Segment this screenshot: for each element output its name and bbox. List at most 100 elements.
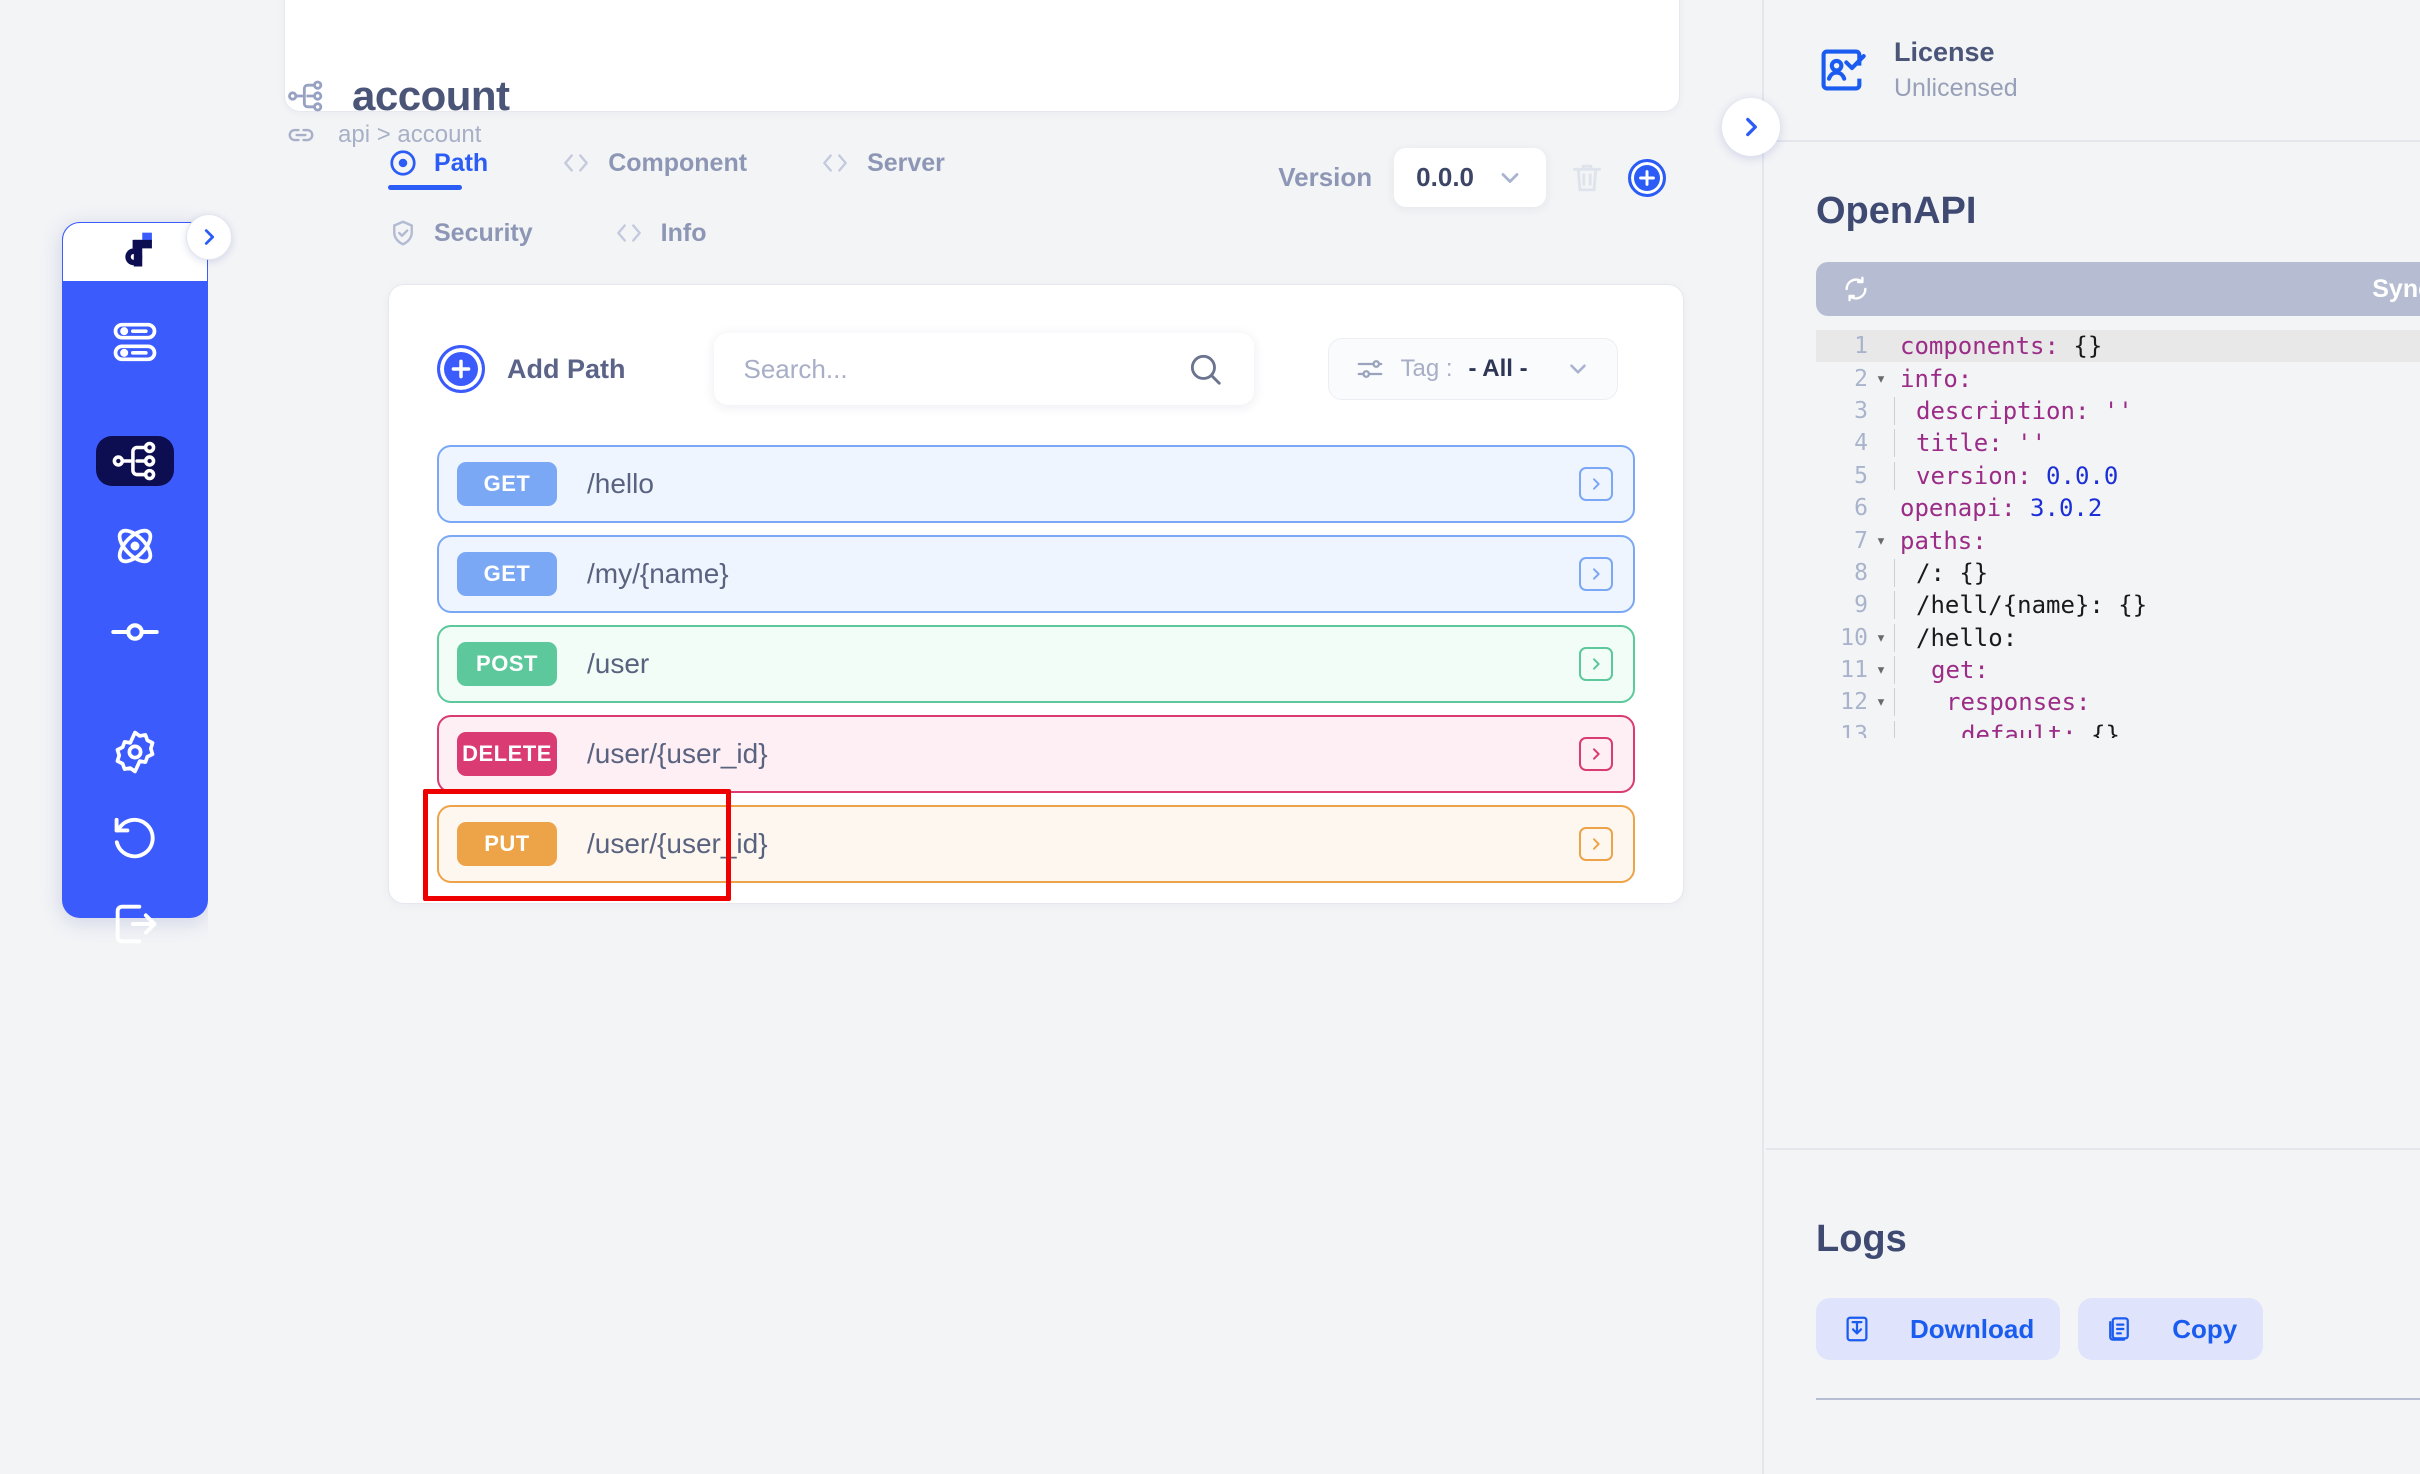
license-section: License Unlicensed — [1766, 0, 2420, 142]
tab-bar: Path Component Server Security Info — [388, 148, 1288, 260]
code-brackets-icon — [560, 150, 592, 176]
tab-row-primary: Path Component Server — [388, 148, 1288, 190]
line-number: 10 — [1840, 624, 1868, 651]
line-number: 9 — [1854, 592, 1868, 619]
logs-divider — [1816, 1398, 2420, 1400]
sitemap-icon — [286, 76, 326, 116]
path-text: /user/{user_id} — [587, 828, 768, 859]
tab-security[interactable]: Security — [388, 218, 533, 260]
line-number: 2 — [1854, 365, 1868, 392]
line-number: 12 — [1840, 689, 1868, 716]
add-version-button[interactable] — [1628, 158, 1666, 197]
tab-label: Component — [608, 148, 748, 177]
code-text: responses: — [1894, 688, 2091, 717]
sidebar-item-api[interactable] — [96, 436, 174, 486]
fold-toggle-icon[interactable]: ▾ — [1868, 628, 1894, 648]
code-line: 10 ▾/hello: — [1816, 622, 2420, 654]
undo-icon — [109, 812, 161, 864]
fold-toggle-icon[interactable]: ▾ — [1868, 692, 1894, 712]
search-icon[interactable] — [1186, 350, 1224, 388]
openapi-heading: OpenAPI — [1816, 190, 1977, 232]
chevron-right-icon — [198, 226, 220, 248]
path-text: /my/{name} — [587, 558, 729, 589]
sidebar-expand-button[interactable] — [186, 214, 232, 260]
sidebar-item-settings[interactable] — [96, 726, 174, 778]
version-label: Version — [1278, 162, 1373, 192]
shield-check-icon — [388, 218, 418, 248]
version-select[interactable]: 0.0.0 — [1394, 148, 1546, 207]
plus-circle-icon — [437, 345, 485, 393]
filter-icon — [1355, 354, 1385, 384]
line-number: 5 — [1854, 462, 1868, 489]
copy-logs-button[interactable]: Copy — [2078, 1298, 2264, 1360]
tab-server[interactable]: Server — [819, 149, 945, 190]
license-title: License — [1894, 37, 1995, 67]
path-row[interactable]: PUT/user/{user_id} — [423, 789, 1635, 901]
line-number: 4 — [1854, 430, 1868, 457]
path-row[interactable]: GET/hello — [437, 445, 1635, 523]
delete-version-button[interactable] — [1568, 159, 1606, 197]
code-text: /hello: — [1894, 623, 2017, 652]
method-badge: GET — [457, 462, 557, 506]
chevron-right-icon[interactable] — [1579, 827, 1613, 861]
page-title: account — [352, 72, 510, 119]
path-row[interactable]: GET/my/{name} — [437, 535, 1635, 613]
path-text: /hello — [587, 468, 654, 499]
fold-toggle-icon[interactable]: ▾ — [1868, 369, 1894, 389]
main-content: account api > account Path Component Ser… — [208, 0, 1764, 1474]
line-number: 11 — [1840, 657, 1868, 684]
tab-component[interactable]: Component — [560, 149, 747, 190]
sidebar-item-atom[interactable] — [96, 520, 174, 572]
code-line: 5 version: 0.0.0 — [1816, 460, 2420, 492]
code-line: 1 components: {} — [1816, 330, 2420, 363]
breadcrumb-text: api > account — [338, 121, 482, 148]
copy-icon — [2104, 1314, 2134, 1344]
plus-circle-icon — [1636, 167, 1658, 189]
sidebar-item-logout[interactable] — [96, 898, 174, 950]
code-brackets-icon — [613, 220, 645, 246]
fold-toggle-icon[interactable]: ▾ — [1868, 531, 1894, 551]
method-badge: GET — [457, 552, 557, 596]
chevron-right-icon[interactable] — [1579, 467, 1613, 501]
license-status: Unlicensed — [1894, 74, 2018, 102]
openapi-code-editor[interactable]: 1 components: {} 2 ▾ info: 3 description: '' 4 t… — [1816, 330, 2420, 738]
sidebar-item-history[interactable] — [96, 812, 174, 864]
search-input[interactable] — [743, 353, 1186, 385]
download-logs-button[interactable]: Download — [1816, 1298, 2061, 1360]
radio-selected-icon — [388, 148, 418, 178]
search-box[interactable] — [713, 333, 1254, 405]
chevron-down-icon — [1496, 164, 1524, 192]
logout-icon — [109, 898, 161, 950]
logs-section: Logs Download Copy — [1766, 1148, 2420, 1474]
code-text: /: {} — [1894, 558, 1988, 587]
sidebar-item-database[interactable] — [96, 316, 174, 368]
code-line: 9/hell/{name}: {} — [1816, 589, 2420, 621]
path-row[interactable]: DELETE/user/{user_id} — [437, 715, 1635, 793]
code-line: 2 ▾ info: — [1816, 362, 2420, 394]
tab-path[interactable]: Path — [388, 148, 488, 190]
add-path-button[interactable]: Add Path — [437, 345, 626, 393]
chevron-right-icon[interactable] — [1579, 737, 1613, 771]
code-line: 6 openapi: 3.0.2 — [1816, 492, 2420, 524]
logs-actions: Download Copy — [1816, 1298, 2264, 1360]
link-icon — [286, 120, 316, 150]
sidebar-item-endpoint[interactable] — [96, 606, 174, 658]
tab-label: Security — [434, 218, 533, 247]
sitemap-icon — [110, 436, 160, 486]
chevron-right-icon[interactable] — [1579, 647, 1613, 681]
method-badge: POST — [457, 642, 557, 686]
chevron-right-icon[interactable] — [1579, 557, 1613, 591]
tab-info[interactable]: Info — [613, 219, 707, 260]
code-line: 11 ▾ get: — [1816, 654, 2420, 686]
sync-button[interactable]: Sync — [1816, 262, 2420, 316]
fold-toggle-icon[interactable]: ▾ — [1868, 660, 1894, 680]
method-badge: PUT — [457, 822, 557, 866]
right-panel-expand-button[interactable] — [1722, 98, 1780, 156]
code-text: paths: — [1900, 526, 1987, 555]
logs-heading: Logs — [1816, 1218, 1907, 1260]
version-controls: Version 0.0.0 — [1278, 148, 1666, 207]
tag-filter[interactable]: Tag : - All - — [1327, 338, 1618, 400]
left-sidebar — [62, 222, 208, 944]
path-row[interactable]: POST/user — [437, 625, 1635, 703]
code-text: /hell/{name}: {} — [1894, 591, 2147, 620]
